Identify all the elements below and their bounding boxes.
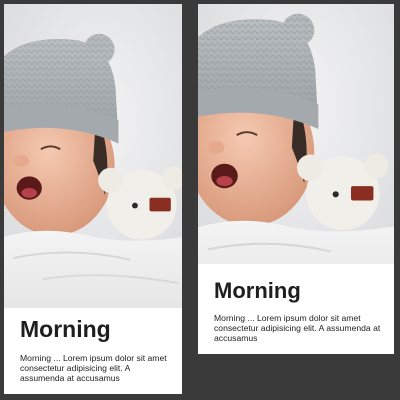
yawning-baby-photo [4,4,182,308]
card-title: Morning [20,316,111,342]
card-text: Morning ... Lorem ipsum dolor sit amet c… [214,313,381,344]
card-title: Morning [214,278,301,303]
card-left: Morning Morning ... Lorem ipsum dolor si… [4,4,182,394]
card-text: Morning ... Lorem ipsum dolor sit amet c… [20,353,167,384]
yawning-baby-photo [198,4,394,264]
card-right: Morning Morning ... Lorem ipsum dolor si… [198,4,394,354]
